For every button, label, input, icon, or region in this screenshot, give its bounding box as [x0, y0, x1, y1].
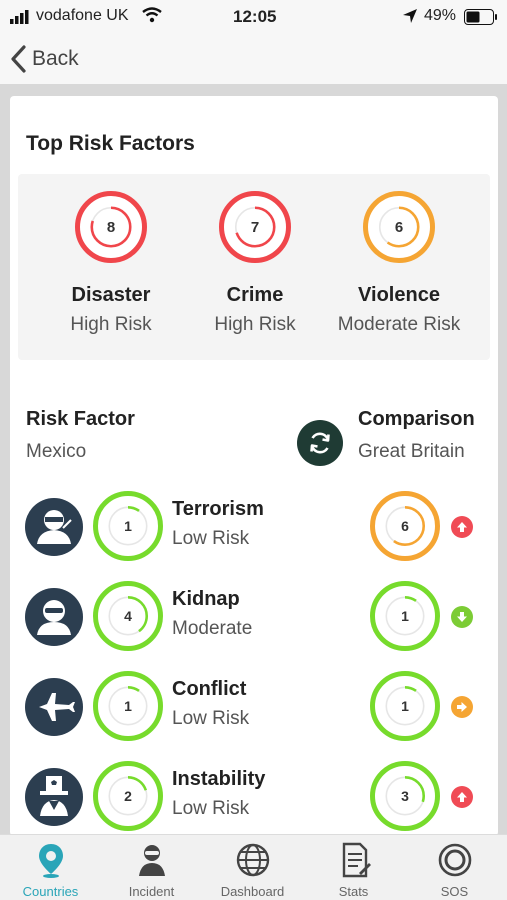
trend-right-icon — [451, 696, 473, 718]
tab-label: Dashboard — [220, 884, 285, 899]
fighter-jet-icon — [25, 678, 83, 736]
risk-row-instability[interactable]: 2 Instability Low Risk 3 — [10, 758, 498, 836]
risk-gauge: 7 — [218, 190, 292, 269]
incident-person-icon — [139, 845, 165, 876]
risk-row-conflict[interactable]: 1 Conflict Low Risk 1 — [10, 668, 498, 748]
risk-name: Kidnap — [172, 588, 240, 610]
clock: 12:05 — [233, 7, 277, 26]
risk-gauge: 1 — [92, 490, 164, 567]
wifi-icon — [142, 7, 162, 23]
gauge-score: 2 — [124, 788, 132, 804]
top-risk-panel: 8 Disaster High Risk 7 Crime High Risk 6… — [18, 174, 490, 360]
comparison-country: Great Britain — [358, 441, 465, 462]
tab-incident[interactable]: Incident — [101, 839, 202, 899]
top-risk-item-crime[interactable]: 7 Crime High Risk — [180, 174, 330, 360]
ninja-icon — [25, 498, 83, 556]
risk-gauge: 4 — [92, 580, 164, 657]
gauge-score: 1 — [124, 518, 132, 534]
gauge-score: 6 — [401, 518, 409, 534]
comparison-title: Comparison — [358, 408, 475, 430]
trend-up-icon — [451, 786, 473, 808]
gauge-score: 7 — [251, 219, 259, 236]
risk-name: Conflict — [172, 678, 247, 700]
trend-up-icon — [451, 516, 473, 538]
risk-level: Moderate — [172, 618, 253, 639]
location-pin-icon — [39, 844, 63, 878]
top-risk-item-disaster[interactable]: 8 Disaster High Risk — [36, 174, 186, 360]
gauge-score: 6 — [395, 219, 403, 236]
status-bar: vodafone UK 12:05 49% — [0, 0, 507, 34]
risk-gauge: 2 — [92, 760, 164, 836]
top-risk-name: Disaster — [71, 284, 151, 306]
battery-icon — [464, 9, 497, 25]
comparison-gauge: 1 — [369, 670, 441, 747]
tab-label: Incident — [128, 884, 175, 899]
sos-target-icon — [438, 843, 472, 877]
nav-bar: Back — [0, 34, 507, 84]
gauge-score: 1 — [401, 698, 409, 714]
risk-level: Low Risk — [172, 528, 250, 549]
document-icon — [342, 842, 371, 878]
tab-label: SOS — [440, 884, 469, 899]
gauge-score: 1 — [124, 698, 132, 714]
risk-level: Low Risk — [172, 708, 250, 729]
top-risk-level: Moderate Risk — [337, 314, 461, 335]
risk-factor-title: Risk Factor — [26, 408, 135, 430]
back-button[interactable]: Back — [10, 42, 79, 76]
risk-gauge: 6 — [362, 190, 436, 269]
swap-comparison-button[interactable] — [297, 420, 343, 466]
tab-stats[interactable]: Stats — [303, 839, 404, 899]
tab-sos[interactable]: SOS — [404, 839, 505, 899]
risk-name: Terrorism — [172, 498, 264, 520]
top-risk-name: Violence — [358, 284, 440, 306]
top-risk-level: High Risk — [214, 314, 296, 335]
trend-down-icon — [451, 606, 473, 628]
globe-icon — [236, 843, 270, 877]
masked-person-icon — [25, 588, 83, 646]
tab-dashboard[interactable]: Dashboard — [202, 839, 303, 899]
gauge-score: 1 — [401, 608, 409, 624]
carrier-name: vodafone UK — [36, 7, 129, 24]
risk-factor-header: Risk Factor Mexico — [26, 408, 135, 463]
top-risk-name: Crime — [226, 284, 284, 306]
top-risk-item-violence[interactable]: 6 Violence Moderate Risk — [324, 174, 474, 360]
top-risk-level: High Risk — [70, 314, 152, 335]
battery-percent: 49% — [424, 7, 457, 24]
comparison-gauge: 6 — [369, 490, 441, 567]
signal-icon — [10, 10, 29, 24]
location-arrow-icon — [403, 9, 417, 23]
top-risk-title: Top Risk Factors — [26, 132, 195, 155]
risk-gauge: 8 — [74, 190, 148, 269]
tab-label: Countries — [22, 884, 79, 899]
comparison-header[interactable]: Comparison Great Britain — [358, 408, 475, 463]
gauge-score: 4 — [124, 608, 132, 624]
tab-label: Stats — [338, 884, 369, 899]
risk-level: Low Risk — [172, 798, 250, 819]
risk-gauge: 1 — [92, 670, 164, 747]
risk-name: Instability — [172, 768, 266, 790]
refresh-icon — [310, 432, 330, 454]
gauge-score: 3 — [401, 788, 409, 804]
gauge-score: 8 — [107, 219, 115, 236]
comparison-gauge: 1 — [369, 580, 441, 657]
comparison-gauge: 3 — [369, 760, 441, 836]
tab-bar: Countries Incident Dashboard Stats SOS — [0, 834, 507, 900]
chevron-left-icon — [11, 45, 26, 73]
risk-row-kidnap[interactable]: 4 Kidnap Moderate 1 — [10, 578, 498, 658]
content-area: Top Risk Factors 8 Disaster High Risk 7 … — [0, 84, 507, 836]
back-label: Back — [32, 47, 79, 70]
tab-countries[interactable]: Countries — [0, 839, 101, 899]
risk-factor-country: Mexico — [26, 441, 87, 462]
risk-row-terrorism[interactable]: 1 Terrorism Low Risk 6 — [10, 488, 498, 568]
risk-card: Top Risk Factors 8 Disaster High Risk 7 … — [10, 96, 498, 836]
uncle-sam-icon — [25, 768, 83, 826]
